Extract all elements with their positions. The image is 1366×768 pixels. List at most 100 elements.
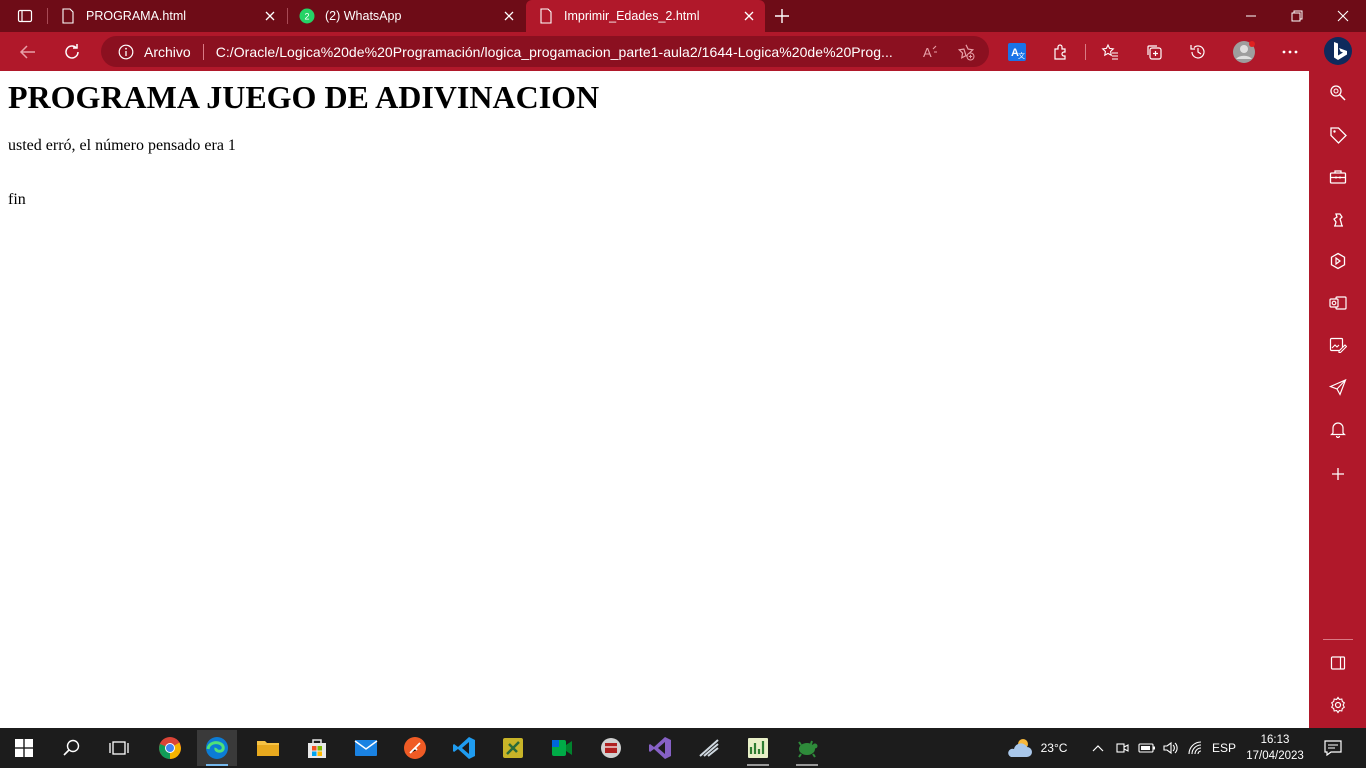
collections-button[interactable] [1140, 38, 1168, 66]
svg-text:文: 文 [1018, 51, 1025, 60]
weather-widget[interactable] [1002, 728, 1036, 768]
language-indicator[interactable]: ESP [1208, 728, 1240, 768]
taskbar-postman[interactable] [395, 730, 435, 766]
sidebar-drop-button[interactable] [1326, 375, 1350, 399]
close-icon[interactable] [741, 8, 757, 24]
chevron-up-icon[interactable] [1088, 728, 1108, 768]
bing-icon [1324, 37, 1352, 65]
file-icon [538, 8, 554, 24]
new-tab-button[interactable] [770, 4, 794, 28]
visual-studio-icon [649, 737, 671, 759]
search-icon [1330, 85, 1346, 101]
send-icon [1329, 378, 1347, 396]
taskbar-search-button[interactable] [52, 730, 92, 766]
sidebar-designer-button[interactable] [1326, 333, 1350, 357]
sidebar-tools-button[interactable] [1326, 165, 1350, 189]
settings-menu-button[interactable] [1276, 38, 1304, 66]
tab-label: PROGRAMA.html [86, 9, 187, 23]
taskbar-app-cabinet[interactable] [591, 730, 631, 766]
sidebar-hide-button[interactable] [1326, 651, 1350, 675]
tab-actions-button[interactable] [10, 6, 40, 26]
notification-icon [1324, 740, 1342, 756]
taskbar-edge[interactable] [197, 730, 237, 766]
close-window-button[interactable] [1320, 0, 1366, 32]
sidebar-outlook-button[interactable] [1326, 291, 1350, 315]
profile-button[interactable] [1230, 38, 1258, 66]
toolbox-icon [1329, 170, 1347, 184]
notifications-button[interactable] [1316, 728, 1350, 768]
restore-icon [1291, 10, 1303, 22]
page-heading: PROGRAMA JUEGO DE ADIVINACION [8, 79, 600, 115]
result-message: usted erró, el número pensado era 1 [8, 137, 236, 154]
meet-now-icon[interactable] [1112, 728, 1132, 768]
sidebar-office-button[interactable] [1326, 249, 1350, 273]
address-divider [202, 43, 204, 60]
store-icon [308, 739, 326, 758]
tab-label: (2) WhatsApp [325, 9, 402, 23]
extensions-button[interactable] [1047, 38, 1075, 66]
cabinet-app-icon [601, 738, 621, 758]
more-dots-icon [1282, 50, 1298, 54]
toolbar-separator [1085, 44, 1086, 60]
add-favorite-icon[interactable] [955, 41, 977, 63]
taskbar-app-turtle[interactable] [787, 730, 827, 766]
taskbar-app-chart[interactable] [738, 730, 778, 766]
edge-icon [206, 737, 228, 759]
file-icon [60, 8, 76, 24]
taskbar-visual-studio[interactable] [640, 730, 680, 766]
clock-time: 16:13 [1260, 734, 1290, 746]
sidebar-games-button[interactable] [1326, 207, 1350, 231]
office-icon [1330, 252, 1346, 270]
taskbar-vscode[interactable] [444, 730, 484, 766]
taskbar-app-tools[interactable] [493, 730, 533, 766]
page-content: PROGRAMA JUEGO DE ADIVINACION usted erró… [0, 71, 1309, 728]
minimize-button[interactable] [1228, 0, 1274, 32]
wifi-icon[interactable] [1184, 728, 1206, 768]
sidebar-settings-button[interactable] [1326, 693, 1350, 717]
favorites-button[interactable] [1096, 38, 1124, 66]
restore-button[interactable] [1274, 0, 1320, 32]
address-bar[interactable]: Archivo C:/Oracle/Logica%20de%20Programa… [101, 36, 989, 67]
url-text[interactable]: C:/Oracle/Logica%20de%20Programación/log… [216, 44, 910, 60]
tab-whatsapp[interactable]: 2 (2) WhatsApp [287, 0, 525, 32]
taskbar-app-wing[interactable] [689, 730, 729, 766]
close-icon [1337, 10, 1349, 22]
taskbar-store[interactable] [297, 730, 337, 766]
start-button[interactable] [4, 730, 44, 766]
plus-icon [1332, 468, 1344, 480]
clock[interactable]: 16:13 17/04/2023 [1244, 732, 1306, 764]
edge-sidebar [1309, 71, 1366, 728]
sidebar-shopping-button[interactable] [1326, 123, 1350, 147]
tab-imprimir-edades[interactable]: Imprimir_Edades_2.html [526, 0, 765, 32]
site-info-label[interactable]: Archivo [144, 44, 191, 60]
task-view-button[interactable] [99, 730, 139, 766]
favorites-icon [1101, 43, 1118, 60]
sidebar-notifications-button[interactable] [1326, 417, 1350, 441]
running-indicator [747, 764, 769, 766]
taskbar-google-meet[interactable] [542, 730, 582, 766]
taskbar-mail[interactable] [346, 730, 386, 766]
clock-date: 17/04/2023 [1246, 750, 1304, 762]
whatsapp-icon: 2 [299, 8, 315, 24]
refresh-button[interactable] [58, 38, 86, 66]
bing-button[interactable] [1322, 35, 1354, 67]
translate-button[interactable]: A文 [1003, 38, 1031, 66]
chrome-icon [159, 737, 181, 759]
info-icon[interactable] [116, 42, 136, 62]
volume-icon[interactable] [1160, 728, 1180, 768]
close-icon[interactable] [501, 8, 517, 24]
read-aloud-icon[interactable]: A [919, 41, 941, 63]
history-button[interactable] [1184, 38, 1212, 66]
back-button[interactable] [14, 38, 42, 66]
bell-icon [1330, 422, 1346, 438]
tab-actions-icon [17, 9, 33, 23]
taskbar-file-explorer[interactable] [248, 730, 288, 766]
battery-icon[interactable] [1136, 728, 1158, 768]
sidebar-search-button[interactable] [1326, 81, 1350, 105]
close-icon[interactable] [262, 8, 278, 24]
tab-programa[interactable]: PROGRAMA.html [48, 0, 286, 32]
tab-label: Imprimir_Edades_2.html [564, 9, 700, 23]
weather-temperature[interactable]: 23°C [1036, 728, 1072, 768]
taskbar-chrome[interactable] [150, 730, 190, 766]
sidebar-add-button[interactable] [1326, 462, 1350, 486]
